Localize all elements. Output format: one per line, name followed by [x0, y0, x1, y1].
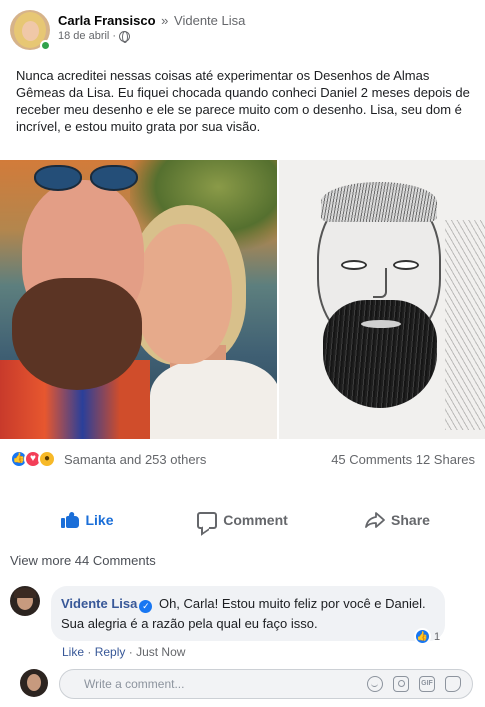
post-meta: 18 de abril · — [58, 30, 131, 43]
reaction-summary[interactable]: Samanta and 253 others — [64, 452, 206, 467]
post-text: Nunca acreditei nessas coisas até experi… — [16, 68, 470, 134]
author-line: Carla Fransisco » Vidente Lisa — [58, 13, 245, 28]
online-status-icon — [40, 40, 51, 51]
comment-like-number: 1 — [434, 630, 441, 643]
composer-icons: GIF — [367, 676, 461, 692]
left-lens — [34, 165, 82, 191]
comment-button[interactable]: Comment — [165, 500, 320, 540]
comment-composer: GIF — [10, 668, 475, 700]
verified-badge-icon: ✓ — [139, 600, 153, 613]
comment-time[interactable]: Just Now — [136, 645, 185, 659]
sunglasses — [34, 165, 142, 195]
comment-bubble: Vidente Lisa ✓ Oh, Carla! Estou muito fel… — [51, 586, 445, 641]
meta-separator: · — [112, 30, 117, 42]
woman-face — [136, 224, 232, 364]
man-beard — [12, 278, 142, 390]
current-user-avatar — [20, 669, 48, 697]
sketch-shading — [445, 220, 485, 430]
post-photos — [0, 160, 485, 439]
globe-icon — [119, 30, 131, 43]
author-avatar[interactable] — [10, 10, 51, 51]
comment-label: Comment — [223, 512, 288, 528]
thumbs-up-icon — [61, 511, 80, 528]
sketch-hair — [321, 182, 437, 222]
share-button[interactable]: Share — [320, 500, 475, 540]
couple-photo[interactable] — [0, 160, 277, 439]
woman-top — [150, 360, 277, 439]
comment-like-link[interactable]: Like — [62, 645, 84, 659]
comment-item: Vidente Lisa ✓ Oh, Carla! Estou muito fel… — [10, 586, 475, 666]
page-name[interactable]: Vidente Lisa — [174, 13, 245, 28]
camera-icon[interactable] — [393, 676, 409, 692]
sketch-mouth — [361, 320, 401, 328]
emoji-icon[interactable] — [367, 676, 383, 692]
share-label: Share — [391, 512, 430, 528]
author-arrow: » — [161, 13, 169, 28]
comment-sep: · — [128, 645, 133, 659]
post-date[interactable]: 18 de abril — [58, 30, 109, 42]
comment-reply-link[interactable]: Reply — [95, 645, 126, 659]
avatar-face — [22, 21, 39, 41]
comment-like-count[interactable]: 👍 1 — [414, 628, 440, 645]
sketch-right-eye — [393, 260, 419, 270]
sticker-icon[interactable] — [445, 676, 461, 692]
sketch-left-eye — [341, 260, 367, 270]
comment-actions: Like · Reply · Just Now — [62, 645, 185, 659]
like-label: Like — [85, 512, 114, 528]
sketch-nose — [373, 268, 387, 298]
wow-reaction-icon: ● — [38, 450, 56, 468]
author-name[interactable]: Carla Fransisco — [58, 13, 156, 28]
share-arrow-icon — [365, 512, 385, 528]
comment-share-counts[interactable]: 45 Comments 12 Shares — [331, 452, 475, 467]
post-header: Carla Fransisco » Vidente Lisa 18 de abr… — [10, 10, 475, 51]
post-actions: Like Comment Share — [10, 500, 475, 540]
comment-bubble-icon — [197, 511, 218, 529]
commenter-name[interactable]: Vidente Lisa — [61, 596, 137, 611]
reaction-icons[interactable]: 👍 ♥ ● — [10, 450, 56, 468]
post-stats: 👍 ♥ ● Samanta and 253 others 45 Comments… — [10, 448, 475, 470]
right-lens — [90, 165, 138, 191]
commenter-avatar[interactable] — [10, 586, 40, 616]
sketch-photo[interactable] — [279, 160, 485, 439]
like-reaction-icon: 👍 — [414, 628, 431, 645]
like-button[interactable]: Like — [10, 500, 165, 540]
comment-sep: · — [87, 645, 92, 659]
sketch-beard — [323, 300, 437, 408]
gif-icon[interactable]: GIF — [419, 676, 435, 692]
facebook-post: Carla Fransisco » Vidente Lisa 18 de abr… — [0, 0, 485, 707]
view-more-comments-link[interactable]: View more 44 Comments — [10, 553, 156, 568]
